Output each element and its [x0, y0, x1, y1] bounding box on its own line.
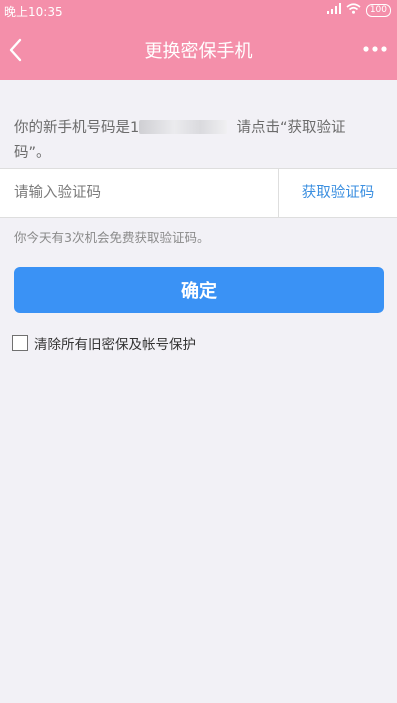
status-bar: 晚上10:35 100 — [0, 0, 397, 20]
get-code-button[interactable]: 获取验证码 — [279, 169, 397, 217]
notice-prefix: 你的新手机号码是1 — [14, 120, 140, 136]
clear-protection-option[interactable]: 清除所有旧密保及帐号保护 — [12, 334, 196, 353]
confirm-button[interactable]: 确定 — [14, 267, 384, 313]
battery-icon: 100 — [365, 3, 391, 17]
clear-protection-checkbox[interactable] — [12, 335, 28, 351]
page-title: 更换密保手机 — [144, 41, 253, 62]
verification-code-panel: 获取验证码 — [0, 168, 397, 218]
clear-protection-label: 清除所有旧密保及帐号保护 — [34, 337, 196, 353]
more-button[interactable] — [359, 37, 391, 61]
wifi-icon — [346, 3, 361, 17]
navigation-bar: 更换密保手机 — [0, 20, 397, 80]
status-time: 晚上10:35 — [4, 5, 63, 19]
masked-phone-number — [139, 120, 228, 134]
free-chance-hint: 你今天有3次机会免费获取验证码。 — [14, 230, 210, 245]
signal-icon — [326, 3, 341, 17]
notice-text: 你的新手机号码是1 请点击“获取验证码”。 — [14, 116, 374, 166]
more-dots-icon — [363, 46, 387, 52]
status-icons: 100 — [326, 3, 391, 17]
verification-code-input[interactable] — [0, 169, 290, 217]
